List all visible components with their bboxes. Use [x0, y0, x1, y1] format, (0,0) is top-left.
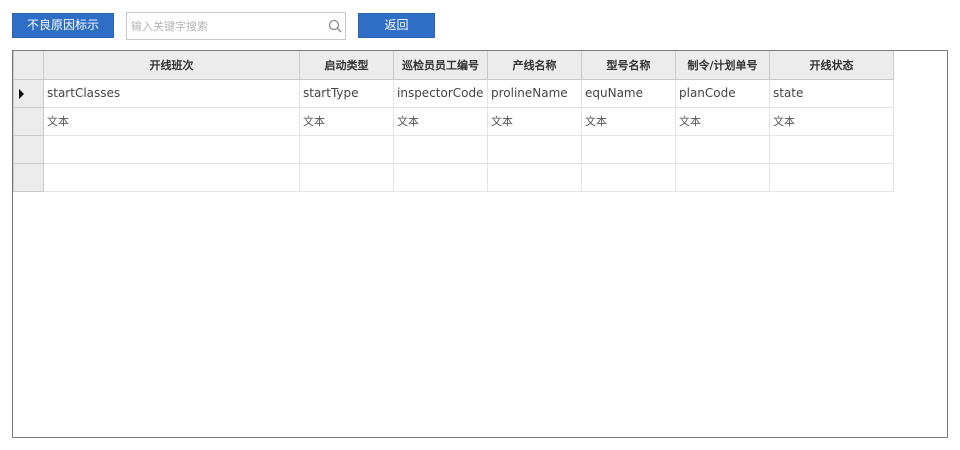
empty-cell[interactable]: [769, 134, 894, 164]
row-header-corner[interactable]: [13, 51, 44, 80]
empty-cell[interactable]: [43, 134, 300, 164]
cell-proline-name[interactable]: prolineName: [487, 78, 582, 108]
row-header[interactable]: [13, 162, 44, 192]
search-input[interactable]: [127, 13, 323, 39]
column-header-proline-name[interactable]: 产线名称: [487, 51, 582, 80]
empty-cell[interactable]: [769, 162, 894, 192]
table-row[interactable]: [13, 134, 894, 164]
cell-proline-name[interactable]: 文本: [487, 106, 582, 136]
cell-equ-name[interactable]: equName: [581, 78, 676, 108]
cell-state[interactable]: state: [769, 78, 894, 108]
empty-cell[interactable]: [581, 162, 676, 192]
search-box[interactable]: [126, 12, 346, 40]
cell-inspector-code[interactable]: inspectorCode: [393, 78, 488, 108]
table-row[interactable]: [13, 162, 894, 192]
column-header-start-type[interactable]: 启动类型: [299, 51, 394, 80]
grid-header-row: 开线班次 启动类型 巡检员员工编号 产线名称 型号名称 制令/计划单号 开线状态: [13, 51, 894, 80]
cell-equ-name[interactable]: 文本: [581, 106, 676, 136]
cell-start-classes[interactable]: 文本: [43, 106, 300, 136]
cell-state[interactable]: 文本: [769, 106, 894, 136]
empty-cell[interactable]: [581, 134, 676, 164]
column-header-plan-code[interactable]: 制令/计划单号: [675, 51, 770, 80]
empty-cell[interactable]: [393, 134, 488, 164]
row-header[interactable]: [13, 106, 44, 136]
defect-reason-button[interactable]: 不良原因标示: [12, 13, 114, 38]
grid-panel: 开线班次 启动类型 巡检员员工编号 产线名称 型号名称 制令/计划单号 开线状态…: [12, 50, 948, 438]
empty-cell[interactable]: [487, 134, 582, 164]
column-header-equ-name[interactable]: 型号名称: [581, 51, 676, 80]
row-header-current[interactable]: [13, 78, 44, 108]
row-header[interactable]: [13, 134, 44, 164]
back-button[interactable]: 返回: [358, 13, 435, 38]
empty-cell[interactable]: [675, 162, 770, 192]
column-header-start-classes[interactable]: 开线班次: [43, 51, 300, 80]
empty-cell[interactable]: [299, 162, 394, 192]
cell-start-type[interactable]: startType: [299, 78, 394, 108]
data-grid: 开线班次 启动类型 巡检员员工编号 产线名称 型号名称 制令/计划单号 开线状态…: [13, 51, 894, 192]
table-row[interactable]: 文本 文本 文本 文本 文本 文本 文本: [13, 106, 894, 136]
empty-cell[interactable]: [675, 134, 770, 164]
cell-start-type[interactable]: 文本: [299, 106, 394, 136]
cell-plan-code[interactable]: planCode: [675, 78, 770, 108]
toolbar: 不良原因标示 返回: [0, 0, 960, 50]
table-row[interactable]: startClasses startType inspectorCode pro…: [13, 78, 894, 108]
cell-inspector-code[interactable]: 文本: [393, 106, 488, 136]
current-row-arrow-icon: [19, 88, 24, 99]
search-icon[interactable]: [328, 19, 342, 33]
column-header-inspector-code[interactable]: 巡检员员工编号: [393, 51, 488, 80]
column-header-state[interactable]: 开线状态: [769, 51, 894, 80]
empty-cell[interactable]: [43, 162, 300, 192]
cell-start-classes[interactable]: startClasses: [43, 78, 300, 108]
empty-cell[interactable]: [487, 162, 582, 192]
empty-cell[interactable]: [299, 134, 394, 164]
cell-plan-code[interactable]: 文本: [675, 106, 770, 136]
empty-cell[interactable]: [393, 162, 488, 192]
